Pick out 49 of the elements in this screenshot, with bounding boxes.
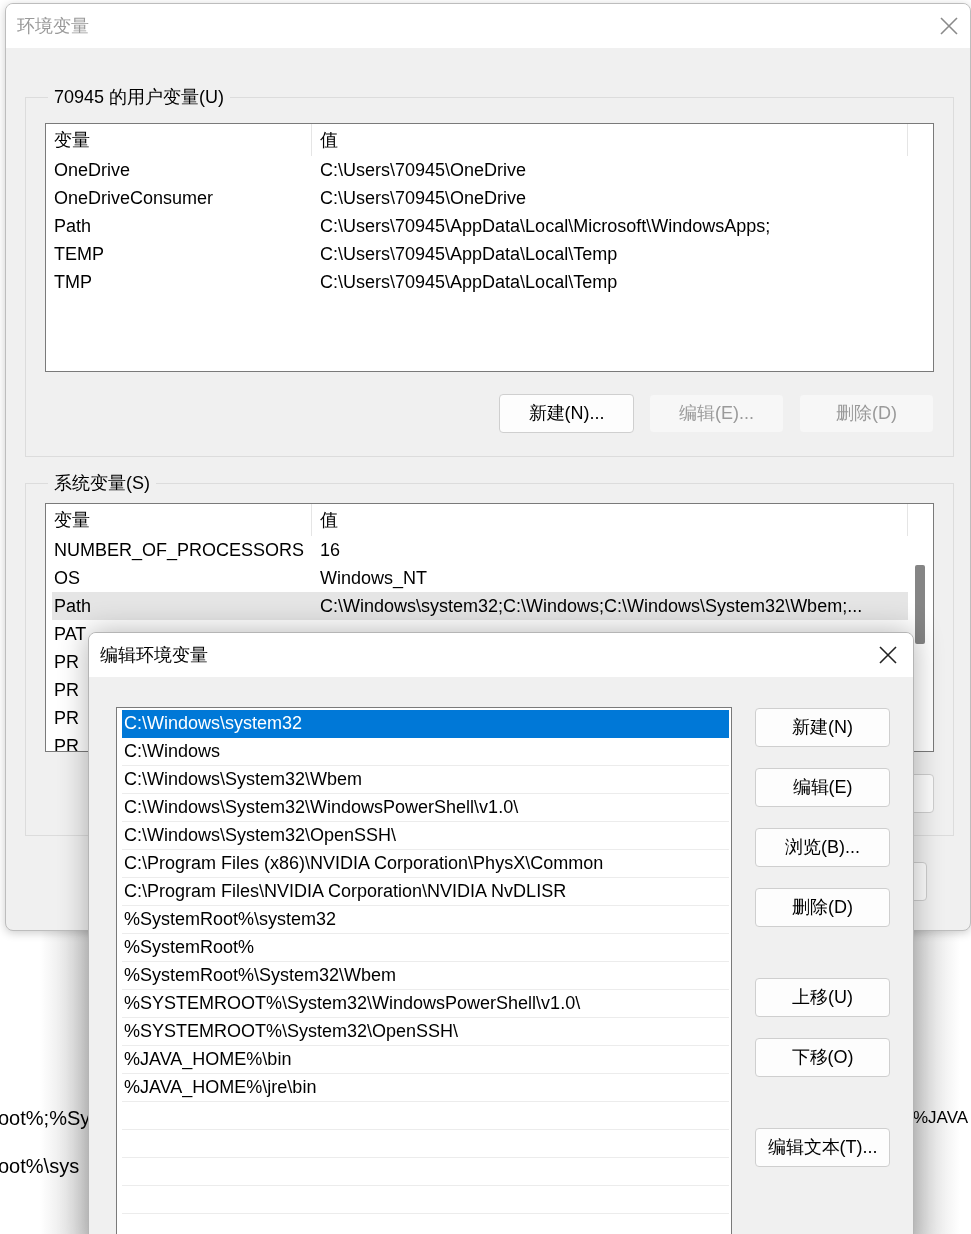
variable-name[interactable]: NUMBER_OF_PROCESSORS [52, 536, 312, 564]
variable-value[interactable]: C:\Users\70945\AppData\Local\Microsoft\WindowsApps; [312, 212, 771, 240]
variable-value[interactable]: 16 [312, 536, 341, 564]
dialog-button[interactable]: 新建(N) [755, 708, 890, 747]
path-entry[interactable]: %JAVA_HOME%\bin [122, 1046, 729, 1074]
path-entry[interactable]: C:\Program Files\NVIDIA Corporation\NVIDIA NvDLISR [122, 878, 729, 906]
path-entry[interactable]: %SYSTEMROOT%\System32\OpenSSH\ [122, 1018, 729, 1046]
group-legend: 70945 的用户变量(U) [48, 84, 231, 111]
column-header[interactable]: 变量 [46, 504, 312, 536]
variable-name[interactable]: TEMP [52, 240, 312, 268]
variable-name[interactable]: OneDrive [52, 156, 312, 184]
dialog-button[interactable]: 下移(O) [755, 1038, 890, 1077]
column-header[interactable]: 值 [312, 504, 908, 536]
close-icon[interactable] [879, 646, 897, 664]
path-entry[interactable]: C:\Windows\System32\Wbem [122, 766, 729, 794]
variable-value[interactable]: C:\Users\70945\OneDrive [312, 156, 527, 184]
path-entry[interactable]: %SystemRoot%\System32\Wbem [122, 962, 729, 990]
variable-name[interactable]: OneDriveConsumer [52, 184, 312, 212]
variable-value[interactable]: C:\Windows\system32;C:\Windows;C:\Windows\System32\Wbem;... [312, 592, 863, 620]
dialog-button[interactable]: 浏览(B)... [755, 828, 890, 867]
path-entry[interactable]: %JAVA_HOME%\jre\bin [122, 1074, 729, 1102]
window-title: 编辑环境变量 [100, 643, 208, 667]
path-entry[interactable]: %SystemRoot% [122, 934, 729, 962]
variable-value[interactable]: C:\Users\70945\OneDrive [312, 184, 527, 212]
path-entry[interactable]: C:\Windows\system32 [122, 710, 729, 738]
variable-value[interactable]: Windows_NT [312, 564, 428, 592]
variable-name[interactable]: Path [52, 212, 312, 240]
column-header[interactable]: 值 [312, 124, 908, 156]
dialog-button[interactable]: 删除(D) [755, 888, 890, 927]
variable-name[interactable]: OS [52, 564, 312, 592]
window-title: 环境变量 [17, 14, 89, 38]
group-legend: 系统变量(S) [48, 470, 156, 497]
column-header[interactable]: 变量 [46, 124, 312, 156]
variable-name[interactable]: TMP [52, 268, 312, 296]
dialog-button[interactable]: 编辑(E) [755, 768, 890, 807]
background-text: %JAVA [913, 1107, 969, 1129]
path-entry[interactable]: C:\Program Files (x86)\NVIDIA Corporation\PhysX\Common [122, 850, 729, 878]
scrollbar-thumb[interactable] [915, 565, 925, 644]
variable-name[interactable]: Path [52, 592, 312, 620]
path-entry[interactable]: C:\Windows\System32\WindowsPowerShell\v1.0\ [122, 794, 729, 822]
path-entry[interactable]: %SystemRoot%\system32 [122, 906, 729, 934]
path-entry[interactable]: %SYSTEMROOT%\System32\WindowsPowerShell\v1.0\ [122, 990, 729, 1018]
dialog-button[interactable]: 上移(U) [755, 978, 890, 1017]
dialog-button[interactable]: 新建(N)... [499, 394, 634, 433]
variable-value[interactable]: C:\Users\70945\AppData\Local\Temp [312, 240, 618, 268]
path-entry[interactable]: C:\Windows\System32\OpenSSH\ [122, 822, 729, 850]
dialog-button[interactable]: 编辑文本(T)... [755, 1128, 890, 1167]
path-entry[interactable]: C:\Windows [122, 738, 729, 766]
variable-value[interactable]: C:\Users\70945\AppData\Local\Temp [312, 268, 618, 296]
